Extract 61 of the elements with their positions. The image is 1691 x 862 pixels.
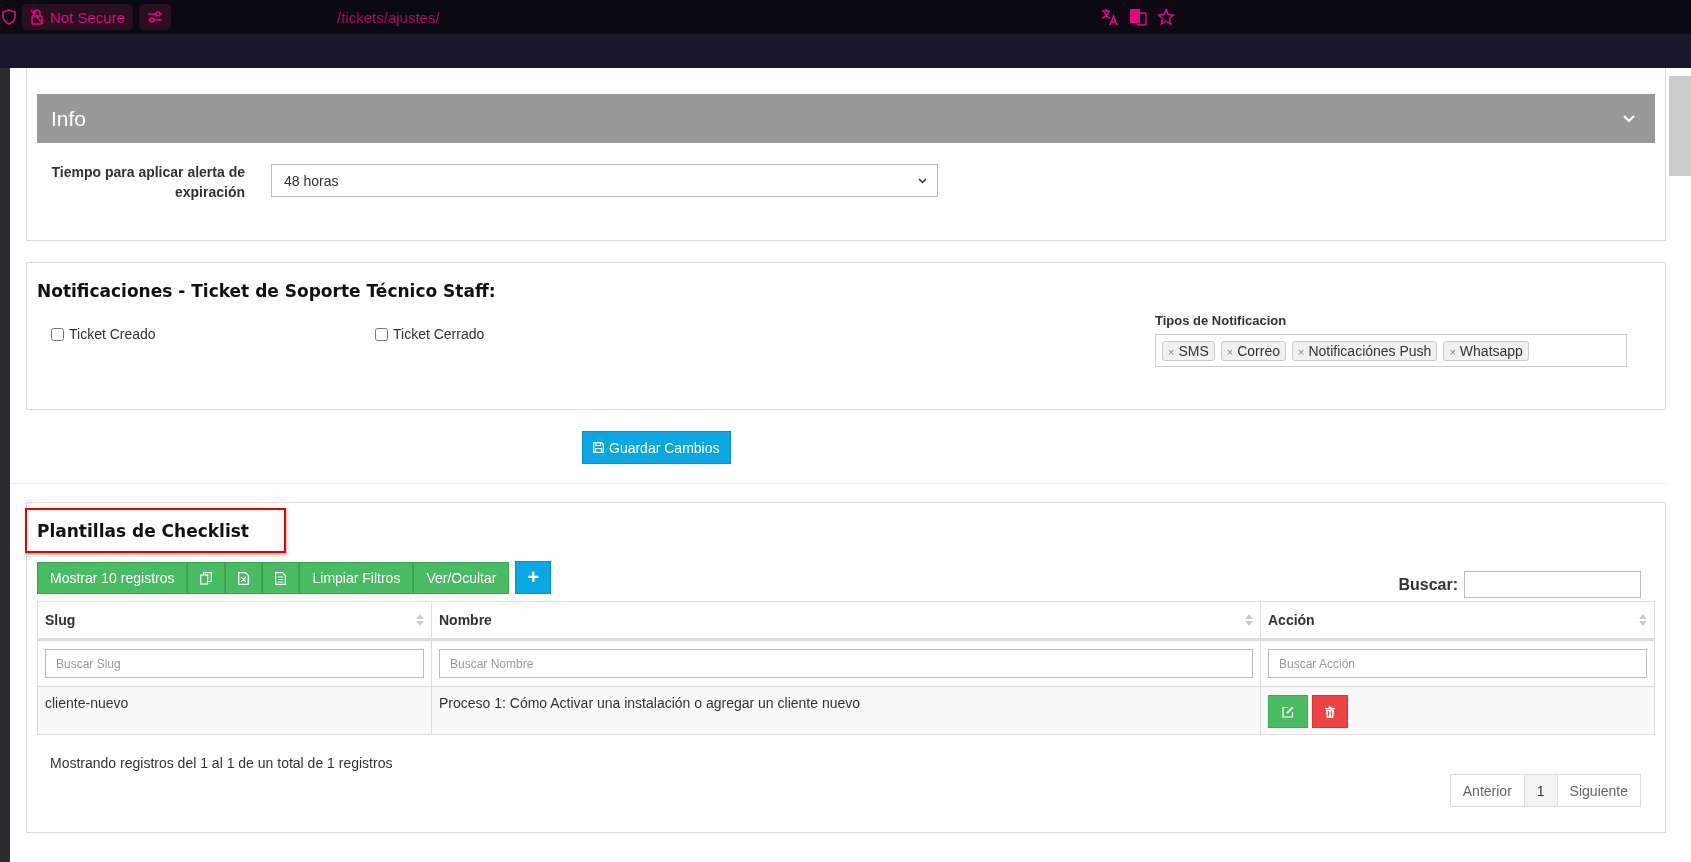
checkbox[interactable] [51,327,64,341]
sliders-icon [147,11,164,23]
pagination-button[interactable]: 1 [1523,774,1558,807]
lock-slash-icon [30,9,44,25]
remove-tag-button[interactable]: × [1226,345,1234,358]
star-icon[interactable] [1156,8,1175,26]
delete-button[interactable] [1312,695,1348,728]
column-header[interactable]: Nombre [431,601,1261,640]
table-cell: Proceso 1: Cómo Activar una instalación o agregar un cliente nuevo [431,686,1261,735]
remove-tag-button[interactable]: × [1298,345,1305,358]
section-title: Info [51,106,87,131]
column-header[interactable]: Acción [1260,601,1655,640]
copy-icon [200,571,213,585]
url-text[interactable]: /tickets/ajustes/ [337,8,440,26]
save-button[interactable]: Guardar Cambios [582,431,731,464]
excel-export-button[interactable] [225,562,263,594]
filter-field[interactable]: Buscar Slug [45,649,424,678]
section-title: Notificaciones - Ticket de Soporte Técnico Staff: [37,281,497,301]
add-button[interactable]: + [515,561,552,594]
pagination-button[interactable]: Anterior [1449,774,1525,807]
shield-icon[interactable] [2,9,16,25]
spreadsheet-file-icon [238,571,250,585]
translate-icon[interactable] [1100,8,1119,26]
chevron-down-icon [918,177,927,184]
tags-field[interactable]: × SMS × Correo × Notificaciónes Push × Whatsapp [1155,334,1627,367]
site-settings-button[interactable] [139,4,172,30]
filter-field[interactable]: Buscar Nombre [439,649,1253,678]
edit-button[interactable] [1268,695,1308,728]
tag-label: Notificaciónes Push [1308,342,1432,359]
edit-icon [1282,705,1294,718]
tag-label: Correo [1237,342,1280,359]
toolbar-button[interactable]: Ver/Ocultar [413,562,510,594]
remove-tag-button[interactable]: × [1168,345,1175,358]
trash-icon [1325,705,1335,718]
checkbox-label[interactable]: Ticket Cerrado [393,326,485,342]
copy-button[interactable] [187,562,226,594]
scrollbar-thumb[interactable] [1669,76,1691,176]
field-label: Tiempo para aplicar alerta de expiración [50,163,245,202]
section-title: Plantillas de Checklist [37,521,249,541]
table-info: Mostrando registros del 1 al 1 de un total de 1 registros [50,755,394,771]
translate-page-icon[interactable] [1128,8,1147,26]
show-entries-button[interactable]: Mostrar 10 registros [37,562,188,594]
toolbar-button[interactable]: Limpiar Filtros [299,562,414,594]
column-header[interactable]: Slug [37,601,432,640]
tag-label: Whatsapp [1459,342,1523,359]
search-label: Buscar: [1398,575,1458,594]
remove-tag-button[interactable]: × [1449,345,1456,358]
tag-label: SMS [1178,342,1209,359]
document-icon [275,571,287,585]
chevron-down-icon[interactable] [1623,114,1635,123]
checkbox-label[interactable]: Ticket Creado [69,326,156,342]
hours-select[interactable]: 48 horas [271,164,938,197]
security-chip[interactable]: Not Secure [22,4,134,30]
pagination-button[interactable]: Siguiente [1556,774,1641,807]
checkbox[interactable] [375,327,388,341]
info-header[interactable]: Info [37,94,1655,143]
field-label: Tipos de Notificacion [1155,313,1288,328]
search-field[interactable] [1464,571,1641,598]
table-cell: cliente-nuevo [37,686,432,735]
filter-field[interactable]: Buscar Acción [1268,649,1647,678]
pdf-export-button[interactable] [262,562,300,594]
